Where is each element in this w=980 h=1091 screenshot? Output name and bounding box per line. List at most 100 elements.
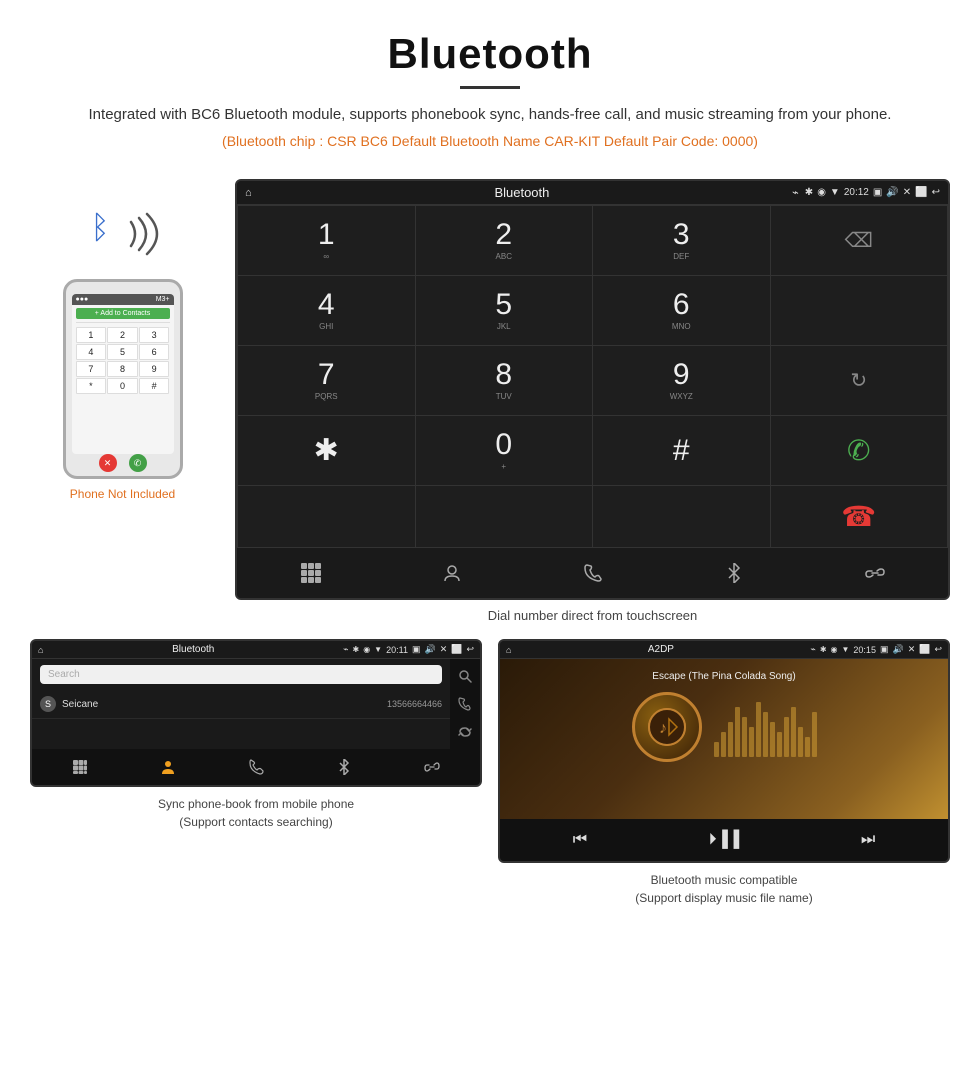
dial-key-5[interactable]: 5 JKL xyxy=(416,276,593,345)
dial-cell-call-red[interactable]: ☎ xyxy=(771,486,948,547)
dial-cell-backspace[interactable]: ⌫ xyxy=(771,206,948,275)
bluetooth-waves: ᛒ xyxy=(83,199,163,269)
pb-reload-icon[interactable] xyxy=(452,719,478,745)
phone-section: ᛒ ●●●M3+ + Add to Contacts 1 2 3 4 xyxy=(30,179,215,501)
pb-bottom-grid-icon[interactable] xyxy=(36,755,124,779)
contact-entry-seicane[interactable]: S Seicane 13566664466 xyxy=(32,690,450,719)
dial-time: 20:12 xyxy=(844,187,869,198)
music-time: 20:15 xyxy=(853,645,876,655)
music-camera-icon[interactable]: ▣ xyxy=(880,644,889,655)
music-prev-btn[interactable]: ⏮ xyxy=(561,827,599,853)
music-loc-icon: ◉ xyxy=(831,645,838,654)
dial-empty-2 xyxy=(238,486,415,547)
dial-screen: ⌂ Bluetooth ⌁ ✱ ◉ ▼ 20:12 ▣ 🔊 ✕ ⬜ ↩ xyxy=(235,179,950,600)
bluetooth-icon: ᛒ xyxy=(91,209,110,246)
dial-key-1[interactable]: 1 ∞ xyxy=(238,206,415,275)
pb-camera-icon[interactable]: ▣ xyxy=(412,644,421,655)
pb-bottom-contact-active-icon[interactable] xyxy=(124,755,212,779)
pb-search-icon[interactable] xyxy=(452,663,478,689)
phone-not-included-label: Phone Not Included xyxy=(70,487,175,501)
visualizer-bar xyxy=(728,722,733,757)
pb-bottom-link-icon[interactable] xyxy=(388,755,476,779)
dial-home-icon[interactable]: ⌂ xyxy=(245,187,252,199)
music-window-icon[interactable]: ⬜ xyxy=(919,644,930,655)
phone-key-7: 7 xyxy=(76,361,107,377)
dial-bottom-bar xyxy=(237,548,948,598)
contact-number: 13566664466 xyxy=(387,699,442,709)
dial-location-icon: ◉ xyxy=(817,187,826,198)
dial-bottom-phone-icon[interactable] xyxy=(523,556,662,590)
phonebook-caption: Sync phone-book from mobile phone (Suppo… xyxy=(158,795,354,831)
phone-key-1: 1 xyxy=(76,327,107,343)
dial-key-4[interactable]: 4 GHI xyxy=(238,276,415,345)
dial-key-hash[interactable]: # xyxy=(593,416,770,485)
contact-name: Seicane xyxy=(62,699,381,710)
dial-keypad-grid: 1 ∞ 2 ABC 3 DEF ⌫ 4 GHI xyxy=(237,205,948,548)
visualizer-bar xyxy=(805,737,810,757)
phonebook-search-bar[interactable]: Search xyxy=(40,665,442,684)
page-title: Bluetooth xyxy=(20,30,960,78)
dial-close-icon[interactable]: ✕ xyxy=(903,187,911,198)
dial-cell-call-green[interactable]: ✆ xyxy=(771,416,948,485)
dial-bottom-link-icon[interactable] xyxy=(805,556,944,590)
phone-key-star: * xyxy=(76,378,107,394)
dial-bottom-contact-icon[interactable] xyxy=(382,556,521,590)
phonebook-body: Search S Seicane 13566664466 xyxy=(32,659,480,749)
phone-keypad: 1 2 3 4 5 6 7 8 9 * 0 # xyxy=(72,325,174,396)
dial-bottom-bluetooth-icon[interactable] xyxy=(664,556,803,590)
music-back-icon[interactable]: ↩ xyxy=(934,644,942,655)
dial-key-3[interactable]: 3 DEF xyxy=(593,206,770,275)
dial-key-0[interactable]: 0 + xyxy=(416,416,593,485)
phonebook-caption-line2: (Support contacts searching) xyxy=(179,815,332,829)
dial-empty-4 xyxy=(593,486,770,547)
visualizer-bar xyxy=(770,722,775,757)
pb-bottom-bt-icon[interactable] xyxy=(300,755,388,779)
phone-illustration: ●●●M3+ + Add to Contacts 1 2 3 4 5 6 7 8… xyxy=(63,279,183,479)
visualizer-bar xyxy=(791,707,796,757)
music-play-pause-btn[interactable]: ⏵▐▐ xyxy=(697,827,752,853)
pb-back-icon[interactable]: ↩ xyxy=(466,644,474,655)
phone-key-3: 3 xyxy=(139,327,170,343)
pb-window-icon[interactable]: ⬜ xyxy=(451,644,462,655)
music-next-btn[interactable]: ⏭ xyxy=(849,827,887,853)
music-usb-icon: ⌁ xyxy=(810,644,815,655)
visualizer-bar xyxy=(735,707,740,757)
pb-call-icon[interactable] xyxy=(452,691,478,717)
backspace-icon: ⌫ xyxy=(845,228,873,253)
phonebook-list-area: Search S Seicane 13566664466 xyxy=(32,659,450,749)
dial-bottom-grid-icon[interactable] xyxy=(241,556,380,590)
pb-home-icon[interactable]: ⌂ xyxy=(38,645,43,655)
dial-camera-icon[interactable]: ▣ xyxy=(873,187,882,198)
music-caption-line2: (Support display music file name) xyxy=(635,891,812,905)
dial-key-star[interactable]: ✱ xyxy=(238,416,415,485)
phonebook-container: ⌂ Bluetooth ⌁ ✱ ◉ ▼ 20:11 ▣ 🔊 ✕ ⬜ ↩ Sear… xyxy=(30,639,482,907)
dial-signal-icon: ▼ xyxy=(830,187,840,198)
visualizer-bar xyxy=(777,732,782,757)
dial-key-7[interactable]: 7 PQRS xyxy=(238,346,415,415)
visualizer-bar xyxy=(763,712,768,757)
page-header: Bluetooth Integrated with BC6 Bluetooth … xyxy=(0,0,980,169)
dial-key-8[interactable]: 8 TUV xyxy=(416,346,593,415)
pb-close-icon[interactable]: ✕ xyxy=(440,644,448,655)
music-signal-icon: ▼ xyxy=(842,645,850,654)
music-album-area: ♪ xyxy=(632,692,817,762)
dial-key-6[interactable]: 6 MNO xyxy=(593,276,770,345)
music-home-icon[interactable]: ⌂ xyxy=(506,645,511,655)
dial-volume-icon[interactable]: 🔊 xyxy=(886,187,898,198)
music-container: ⌂ A2DP ⌁ ✱ ◉ ▼ 20:15 ▣ 🔊 ✕ ⬜ ↩ Escape (T… xyxy=(498,639,950,907)
dial-cell-reload[interactable]: ↻ xyxy=(771,346,948,415)
pb-vol-icon[interactable]: 🔊 xyxy=(424,644,435,655)
music-statusbar: ⌂ A2DP ⌁ ✱ ◉ ▼ 20:15 ▣ 🔊 ✕ ⬜ ↩ xyxy=(500,641,948,659)
phone-key-hash: # xyxy=(139,378,170,394)
music-close-icon[interactable]: ✕ xyxy=(908,644,916,655)
pb-bottom-phone-icon[interactable] xyxy=(212,755,300,779)
dial-key-2[interactable]: 2 ABC xyxy=(416,206,593,275)
dial-back-icon[interactable]: ↩ xyxy=(932,187,940,198)
title-underline xyxy=(460,86,520,89)
music-vol-icon[interactable]: 🔊 xyxy=(892,644,903,655)
phone-screen: ●●●M3+ + Add to Contacts 1 2 3 4 5 6 7 8… xyxy=(72,294,174,454)
dial-statusbar: ⌂ Bluetooth ⌁ ✱ ◉ ▼ 20:12 ▣ 🔊 ✕ ⬜ ↩ xyxy=(237,181,948,205)
dial-window-icon[interactable]: ⬜ xyxy=(915,187,927,198)
visualizer-bar xyxy=(798,727,803,757)
dial-key-9[interactable]: 9 WXYZ xyxy=(593,346,770,415)
